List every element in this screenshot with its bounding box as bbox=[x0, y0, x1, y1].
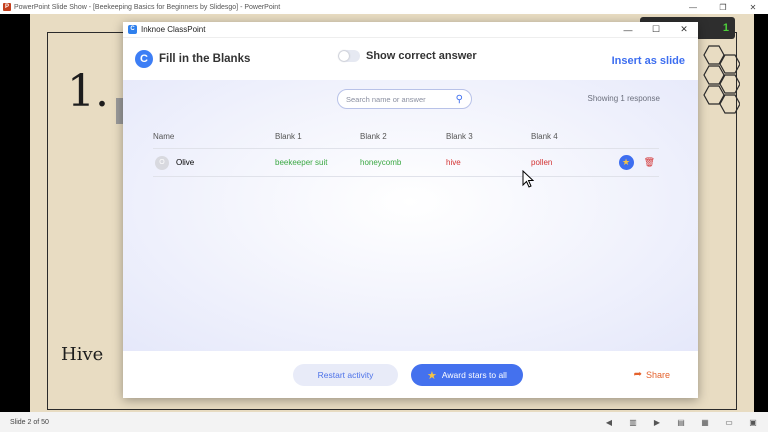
insert-as-slide-button[interactable]: Insert as slide bbox=[612, 55, 685, 67]
share-button[interactable]: ➦ Share bbox=[634, 369, 670, 380]
award-star-button[interactable]: ★ bbox=[618, 155, 634, 170]
response-count: Showing 1 response bbox=[587, 94, 661, 103]
ppt-status-bar: Slide 2 of 50 ◀ ▥ ▶ ▤ ▦ ▭ ▣ bbox=[0, 412, 768, 432]
honeycomb-decoration-icon bbox=[703, 45, 740, 114]
award-stars-button[interactable]: ★ Award stars to all bbox=[411, 364, 523, 386]
dialog-maximize-button[interactable]: ☐ bbox=[642, 24, 670, 35]
slides-icon[interactable]: ▥ bbox=[628, 418, 638, 427]
column-header-blank2: Blank 2 bbox=[360, 132, 387, 141]
toggle-knob bbox=[339, 51, 349, 61]
next-icon[interactable]: ▶ bbox=[652, 418, 662, 427]
reading-view-icon[interactable]: ▭ bbox=[724, 418, 734, 427]
classpoint-dialog: C Inknoe ClassPoint — ☐ ✕ C Fill in the … bbox=[123, 22, 698, 398]
ppt-minimize-button[interactable]: — bbox=[678, 3, 708, 12]
column-header-blank4: Blank 4 bbox=[531, 132, 558, 141]
column-header-blank1: Blank 1 bbox=[275, 132, 302, 141]
dialog-close-button[interactable]: ✕ bbox=[670, 24, 698, 35]
ppt-window-title: PowerPoint Slide Show - [Beekeeping Basi… bbox=[14, 3, 281, 11]
search-box[interactable]: ⚲ bbox=[337, 89, 472, 109]
blank1-answer: beekeeper suit bbox=[275, 158, 328, 167]
blank2-answer: honeycomb bbox=[360, 158, 402, 167]
show-answer-toggle[interactable] bbox=[338, 50, 360, 62]
ppt-restore-button[interactable]: ❐ bbox=[708, 3, 738, 12]
show-answer-toggle-group: Show correct answer bbox=[338, 50, 477, 62]
search-icon[interactable]: ⚲ bbox=[456, 94, 463, 105]
dialog-titlebar: C Inknoe ClassPoint — ☐ ✕ bbox=[123, 22, 698, 38]
responses-table: Name Blank 1 Blank 2 Blank 3 Blank 4 O O… bbox=[153, 125, 659, 177]
search-input[interactable] bbox=[346, 94, 456, 104]
star-icon: ★ bbox=[427, 369, 437, 382]
table-row[interactable]: O Olive beekeeper suit honeycomb hive po… bbox=[153, 149, 659, 177]
dialog-footer: Restart activity ★ Award stars to all ➦ … bbox=[123, 351, 698, 398]
powerpoint-logo-icon: P bbox=[3, 3, 11, 11]
table-header: Name Blank 1 Blank 2 Blank 3 Blank 4 bbox=[153, 125, 659, 149]
restart-activity-button[interactable]: Restart activity bbox=[293, 364, 398, 386]
classpoint-brand-icon: C bbox=[135, 50, 153, 68]
slide-info: Slide 2 of 50 bbox=[10, 418, 49, 426]
mouse-cursor-icon bbox=[522, 170, 534, 188]
dialog-minimize-button[interactable]: — bbox=[614, 25, 642, 35]
ppt-close-button[interactable]: ✕ bbox=[738, 3, 768, 12]
dialog-header: C Fill in the Blanks Show correct answer… bbox=[123, 38, 698, 80]
toggle-label: Show correct answer bbox=[366, 50, 477, 62]
dialog-window-title: Inknoe ClassPoint bbox=[141, 25, 206, 34]
ppt-titlebar: P PowerPoint Slide Show - [Beekeeping Ba… bbox=[0, 0, 768, 14]
slideshow-view-icon[interactable]: ▣ bbox=[748, 418, 758, 427]
column-header-name: Name bbox=[153, 132, 175, 141]
normal-view-icon[interactable]: ▤ bbox=[676, 418, 686, 427]
delete-trash-icon[interactable]: 🗑 bbox=[644, 157, 655, 168]
star-icon: ★ bbox=[622, 157, 631, 167]
badge-count: 1 bbox=[722, 22, 729, 34]
column-header-blank3: Blank 3 bbox=[446, 132, 473, 141]
share-icon: ➦ bbox=[633, 369, 642, 380]
slide-number-text: 1. bbox=[67, 66, 109, 117]
student-name: Olive bbox=[176, 158, 195, 167]
activity-title: Fill in the Blanks bbox=[159, 53, 251, 65]
award-stars-label: Award stars to all bbox=[441, 370, 507, 380]
classpoint-logo-icon: C bbox=[128, 25, 137, 34]
avatar: O bbox=[155, 155, 169, 170]
blank3-answer: hive bbox=[446, 158, 461, 167]
previous-icon[interactable]: ◀ bbox=[604, 418, 614, 427]
slide-hive-text: Hive bbox=[61, 344, 104, 365]
share-label: Share bbox=[645, 369, 670, 380]
responses-panel: ⚲ Showing 1 response Name Blank 1 Blank … bbox=[123, 80, 698, 351]
slide-sorter-icon[interactable]: ▦ bbox=[700, 418, 710, 427]
blank4-answer: pollen bbox=[531, 158, 553, 167]
